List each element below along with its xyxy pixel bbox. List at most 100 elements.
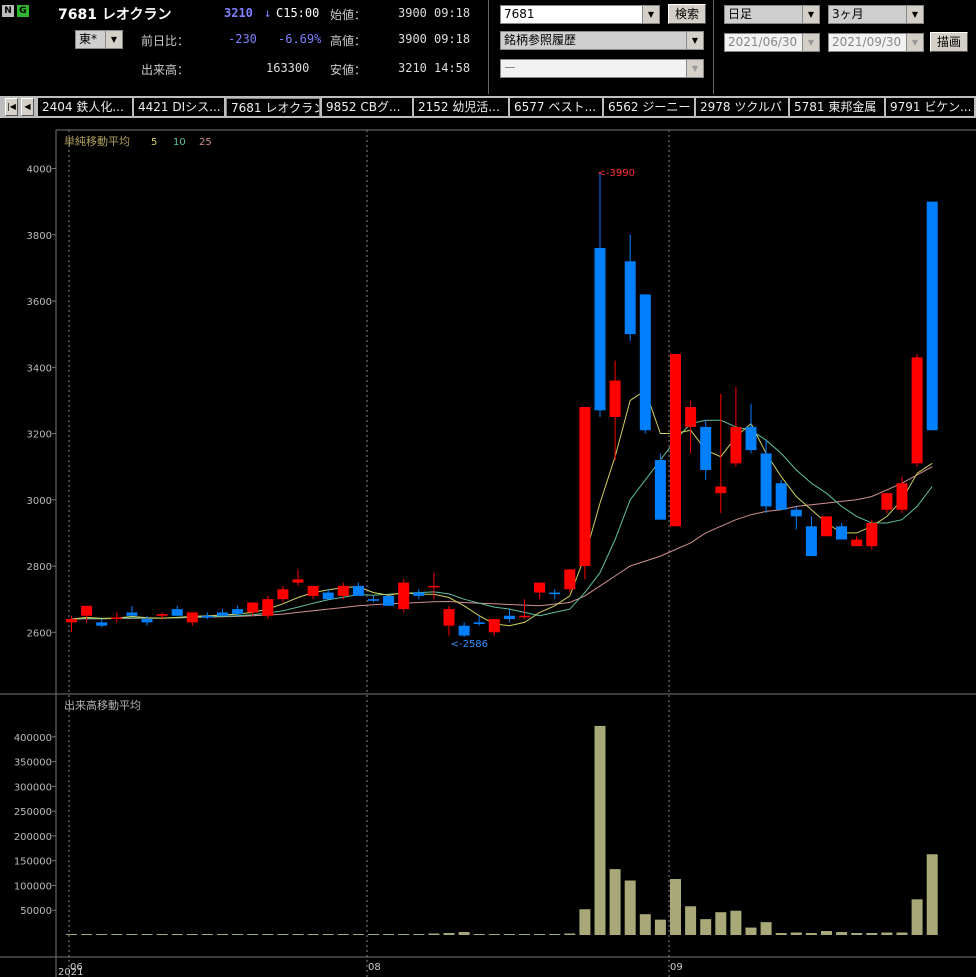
- volume-bar: [337, 934, 349, 936]
- chevron-down-icon: ▼: [686, 60, 703, 77]
- draw-button[interactable]: 描画: [930, 32, 968, 52]
- stock-tab-bar: |◀ ◀ 2404 鉄人化... 4421 DIシス... 7681 レオクラン…: [0, 96, 976, 118]
- g-badge[interactable]: G: [17, 5, 29, 17]
- tab-2152[interactable]: 2152 幼児活...: [414, 98, 510, 116]
- volume-bar: [534, 934, 546, 936]
- blank-select[interactable]: ー ▼: [500, 59, 704, 78]
- volume-bar: [775, 933, 787, 935]
- price-tick-label: 3600: [27, 297, 52, 308]
- tab-6562[interactable]: 6562 ジーニー: [604, 98, 696, 116]
- volume-bar: [247, 934, 259, 936]
- volume-bar: [352, 934, 364, 936]
- volume-bar: [503, 934, 515, 936]
- volume-bar: [896, 932, 908, 935]
- volume-bar: [232, 934, 244, 936]
- volume-bar: [881, 932, 893, 935]
- date-to-field[interactable]: 2021/09/30 ▼: [828, 33, 924, 52]
- candle-body: [383, 595, 395, 606]
- history-select[interactable]: 銘柄参照履歴 ▼: [500, 31, 704, 50]
- candle-body: [413, 592, 425, 596]
- n-badge[interactable]: N: [2, 5, 14, 17]
- chevron-down-icon: ▼: [686, 32, 703, 49]
- blank-select-value: ー: [504, 61, 517, 75]
- price-tick-label: 4000: [27, 165, 52, 176]
- price-panel-title: 単純移動平均: [64, 134, 130, 148]
- volume-bar: [745, 927, 757, 935]
- volume-bars: [66, 725, 938, 936]
- ma25-line: [71, 466, 933, 620]
- volume-bar: [156, 934, 168, 936]
- chevron-down-icon: ▼: [906, 34, 923, 51]
- open-value: 3900: [398, 6, 427, 20]
- volume-tick-label: 100000: [14, 881, 52, 892]
- volume-bar: [594, 725, 606, 935]
- price-tick-label: 3200: [27, 430, 52, 441]
- candle-body: [473, 622, 485, 625]
- candle-body: [428, 585, 440, 588]
- price-annotations: <-3990 <-2586: [451, 168, 635, 650]
- tab-2404[interactable]: 2404 鉄人化...: [38, 98, 134, 116]
- ma5-legend: 5: [151, 137, 157, 148]
- low-value: 3210: [398, 61, 427, 75]
- volume-bar: [171, 934, 183, 936]
- candle-body: [126, 612, 138, 616]
- volume-bar: [564, 933, 576, 935]
- stock-chart[interactable]: 単純移動平均 5 10 25 出来高移動平均 4000 3800 3600 3400 3…: [0, 122, 976, 977]
- tab-7681[interactable]: 7681 レオクラン: [226, 98, 320, 116]
- chevron-down-icon: ▼: [802, 34, 819, 51]
- candle-body: [307, 585, 319, 596]
- candle-body: [217, 612, 228, 616]
- tab-9852[interactable]: 9852 CBグ...: [322, 98, 414, 116]
- volume-bar: [730, 910, 742, 935]
- candle-body: [594, 248, 606, 411]
- candlesticks: [66, 171, 938, 637]
- prev-tab-icon[interactable]: ◀: [21, 98, 34, 116]
- volume-bar: [428, 933, 440, 935]
- range-select[interactable]: 3ヶ月 ▼: [828, 5, 924, 24]
- first-tab-icon[interactable]: |◀: [5, 98, 18, 116]
- tab-5781[interactable]: 5781 東邦金属: [790, 98, 886, 116]
- volume-bar: [186, 934, 198, 936]
- quote-header: N G 7681 レオクラン 3210 ↓ C15:00 東* ▼ 前日比： -…: [0, 0, 976, 94]
- range-select-value: 3ヶ月: [832, 7, 864, 21]
- tab-6577[interactable]: 6577 ベスト...: [510, 98, 604, 116]
- change-percent: -6.69%: [278, 32, 322, 46]
- volume-tick-label: 350000: [14, 758, 52, 769]
- low-annotation: <-2586: [451, 639, 488, 650]
- date-from-field[interactable]: 2021/06/30 ▼: [724, 33, 820, 52]
- candle-body: [579, 407, 591, 567]
- volume-bar: [277, 934, 289, 936]
- candle-body: [564, 569, 576, 590]
- volume-bar: [821, 931, 832, 935]
- volume-bar: [715, 912, 727, 935]
- volume-bar: [866, 933, 878, 935]
- search-button[interactable]: 検索: [668, 4, 706, 24]
- period-select[interactable]: 日足 ▼: [724, 5, 820, 24]
- change-label: 前日比：: [141, 34, 190, 48]
- candle-body: [836, 526, 848, 540]
- chevron-down-icon: ▼: [802, 6, 819, 23]
- candle-body: [503, 615, 515, 620]
- volume-value: 163300: [266, 61, 310, 75]
- history-select-value: 銘柄参照履歴: [504, 33, 577, 47]
- candle-body: [247, 602, 259, 613]
- tab-9791[interactable]: 9791 ビケン...: [886, 98, 976, 116]
- volume-bar: [851, 933, 863, 935]
- candle-body: [186, 612, 198, 623]
- volume-bar: [836, 932, 848, 935]
- code-input[interactable]: 7681 ▼: [500, 5, 660, 24]
- tab-2978[interactable]: 2978 ツクルバ: [696, 98, 790, 116]
- date-from-value: 2021/06/30: [728, 35, 798, 49]
- volume-label: 出来高：: [141, 63, 190, 77]
- volume-bar: [368, 934, 379, 936]
- candle-body: [141, 619, 153, 623]
- candle-body: [805, 526, 817, 557]
- candle-body: [488, 619, 500, 633]
- volume-tick-label: 50000: [20, 906, 52, 917]
- market-select[interactable]: 東* ▼: [75, 30, 123, 49]
- candle-body: [896, 483, 908, 510]
- volume-bar: [911, 899, 923, 935]
- tab-4421[interactable]: 4421 DIシス...: [134, 98, 226, 116]
- month-label: 09: [670, 962, 683, 973]
- price-down-arrow: ↓: [264, 6, 272, 20]
